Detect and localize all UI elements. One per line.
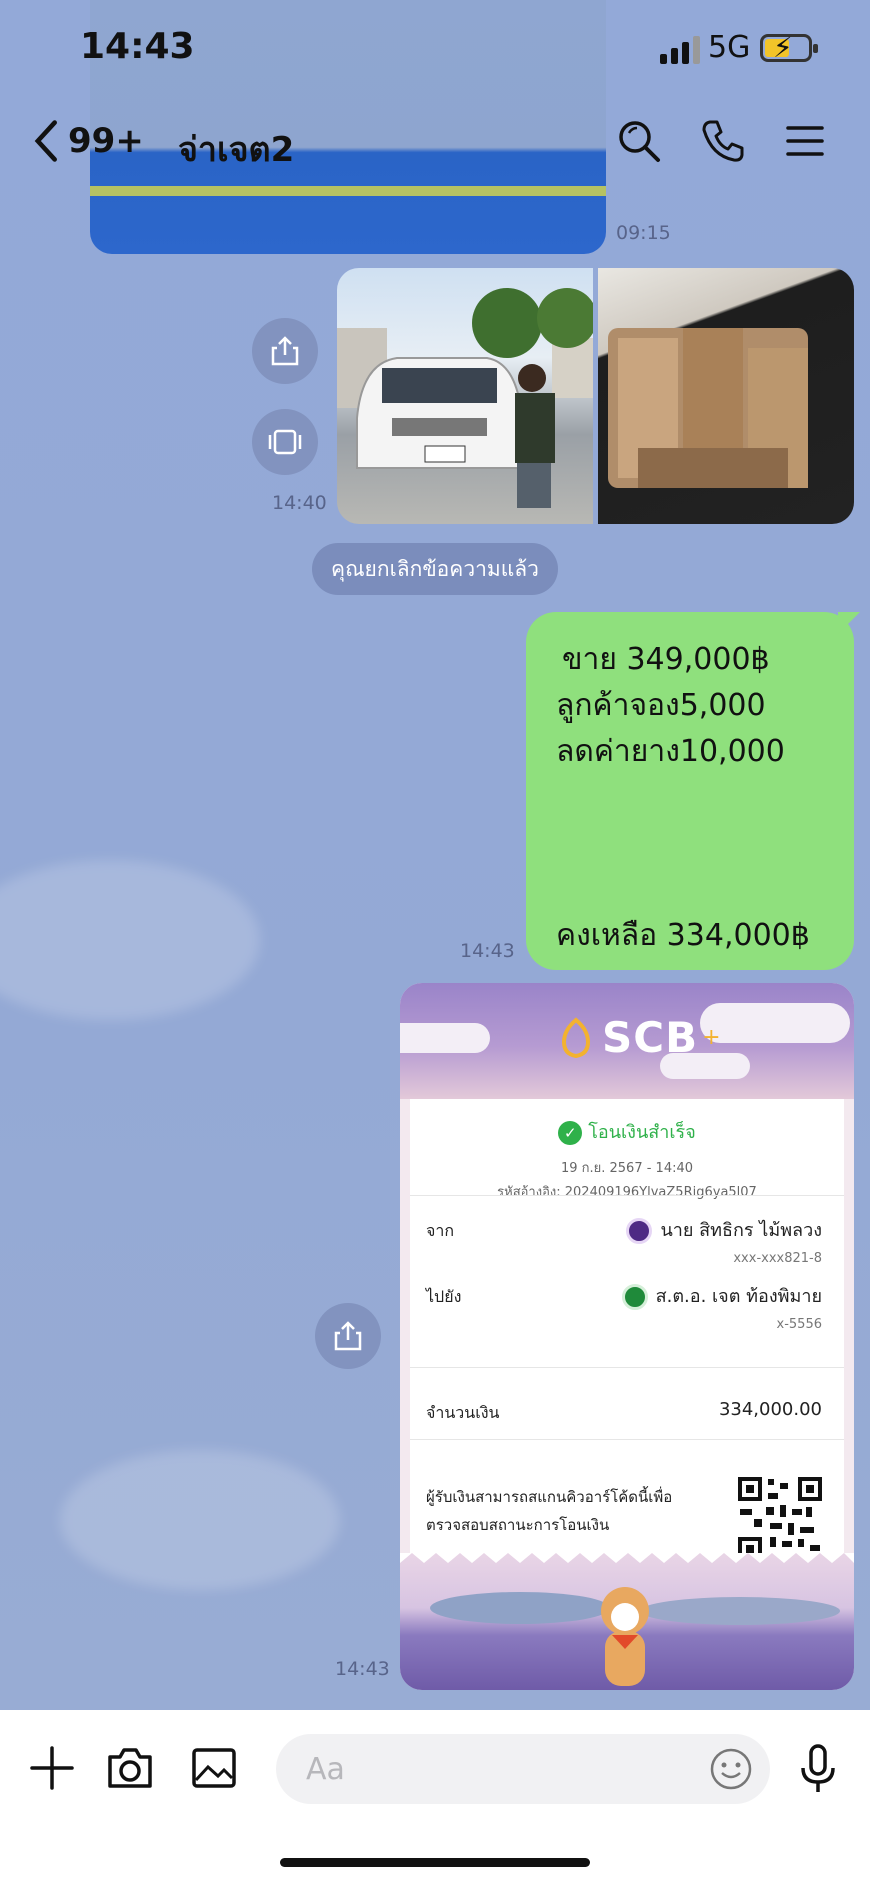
transfer-datetime: 19 ก.ย. 2567 - 14:40	[560, 1161, 694, 1176]
cloud-decoration	[0, 860, 260, 1020]
image-detail	[90, 186, 606, 196]
message-input[interactable]	[276, 1734, 770, 1804]
divider	[410, 1195, 844, 1196]
share-button[interactable]	[252, 318, 318, 384]
amount-label: จำนวนเงิน	[426, 1403, 500, 1422]
chat-header: 99+ จ่าเจต2	[0, 100, 870, 185]
transfer-reference: รหัสอ้างอิง: 202409196YlvaZ5Rig6ya5l07	[497, 1185, 757, 1200]
to-name: ส.ต.อ. เจต ท้องพิมาย	[621, 1281, 822, 1310]
from-label: จาก	[426, 1221, 455, 1240]
chevron-left-icon	[34, 120, 57, 162]
divider	[410, 1439, 844, 1440]
to-account: x-5556	[776, 1317, 822, 1332]
divider	[410, 1367, 844, 1368]
message-timestamp: 14:43	[335, 1658, 390, 1680]
battery-icon: ⚡	[760, 31, 818, 64]
network-type: 5G	[708, 30, 751, 65]
qr-code	[736, 1475, 824, 1563]
camera-icon[interactable]	[102, 1740, 158, 1796]
slip-details: ✓ โอนเงินสำเร็จ 19 ก.ย. 2567 - 14:40 รหัส…	[410, 1099, 844, 1563]
phone-icon[interactable]	[698, 116, 748, 166]
share-icon	[334, 1321, 362, 1351]
slip-header-art: SCB +	[400, 983, 854, 1099]
signal-icon	[660, 36, 700, 64]
search-icon[interactable]	[614, 116, 664, 166]
emoji-icon[interactable]	[708, 1746, 754, 1792]
chat-image-cash[interactable]	[598, 268, 854, 524]
from-account: xxx-xxx821-8	[733, 1251, 822, 1266]
menu-icon[interactable]	[780, 116, 830, 166]
share-button[interactable]	[315, 1303, 381, 1369]
scb-brand: SCB	[602, 1013, 699, 1062]
car-photo-illustration	[337, 288, 593, 508]
shiba-dog-illustration	[400, 1553, 854, 1686]
chat-image-car[interactable]	[337, 268, 593, 524]
qr-note: ผู้รับเงินสามารถสแกนคิวอาร์โค้ดนี้เพื่อ	[426, 1488, 673, 1506]
bank-icon	[621, 1284, 648, 1310]
album-icon	[268, 429, 302, 455]
chat-title[interactable]: จ่าเจต2	[178, 122, 294, 176]
message-line: คงเหลือ 334,000฿	[556, 918, 810, 953]
share-icon	[271, 336, 299, 366]
message-timestamp: 09:15	[616, 222, 671, 244]
message-line: ลูกค้าจอง5,000	[556, 688, 766, 723]
plus-icon[interactable]	[24, 1740, 80, 1796]
from-name: นาย สิทธิกร ไม้พลวง	[626, 1215, 822, 1244]
cloud-decoration	[60, 1450, 340, 1590]
message-timestamp: 14:43	[460, 940, 515, 962]
unread-count: 99+	[68, 121, 144, 161]
status-bar: 14:43 5G ⚡	[0, 0, 870, 100]
scb-logo: SCB +	[556, 1013, 721, 1062]
message-timestamp: 14:40	[272, 492, 327, 514]
status-time: 14:43	[80, 26, 195, 67]
image-icon[interactable]	[186, 1740, 242, 1796]
back-button[interactable]: 99+	[30, 112, 160, 170]
message-line: ลดค่ายาง10,000	[556, 734, 785, 769]
cash-photo-illustration	[608, 328, 808, 488]
scb-bell-icon	[561, 1016, 591, 1058]
message-bubble-sent[interactable]: ขาย 349,000฿ ลูกค้าจอง5,000 ลดค่ายาง10,0…	[526, 612, 860, 970]
transfer-status: ✓ โอนเงินสำเร็จ	[410, 1117, 844, 1146]
home-indicator	[280, 1858, 590, 1867]
qr-note: ตรวจสอบสถานะการโอนเงิน	[426, 1516, 610, 1534]
album-button[interactable]	[252, 409, 318, 475]
amount-value: 334,000.00	[718, 1399, 822, 1420]
slip-footer-art	[400, 1553, 854, 1690]
check-circle-icon: ✓	[558, 1121, 583, 1145]
transfer-slip-image[interactable]: SCB + ✓ โอนเงินสำเร็จ 19 ก.ย. 2567 - 14:4…	[400, 983, 854, 1690]
message-input-bar	[0, 1710, 870, 1882]
to-label: ไปยัง	[426, 1287, 462, 1306]
microphone-icon[interactable]	[790, 1740, 846, 1796]
message-line: ขาย 349,000฿	[562, 642, 770, 677]
sparkle-icon: +	[702, 1025, 721, 1050]
scb-bank-icon	[626, 1218, 653, 1244]
unsent-notice: คุณยกเลิกข้อความแล้ว	[312, 543, 558, 595]
